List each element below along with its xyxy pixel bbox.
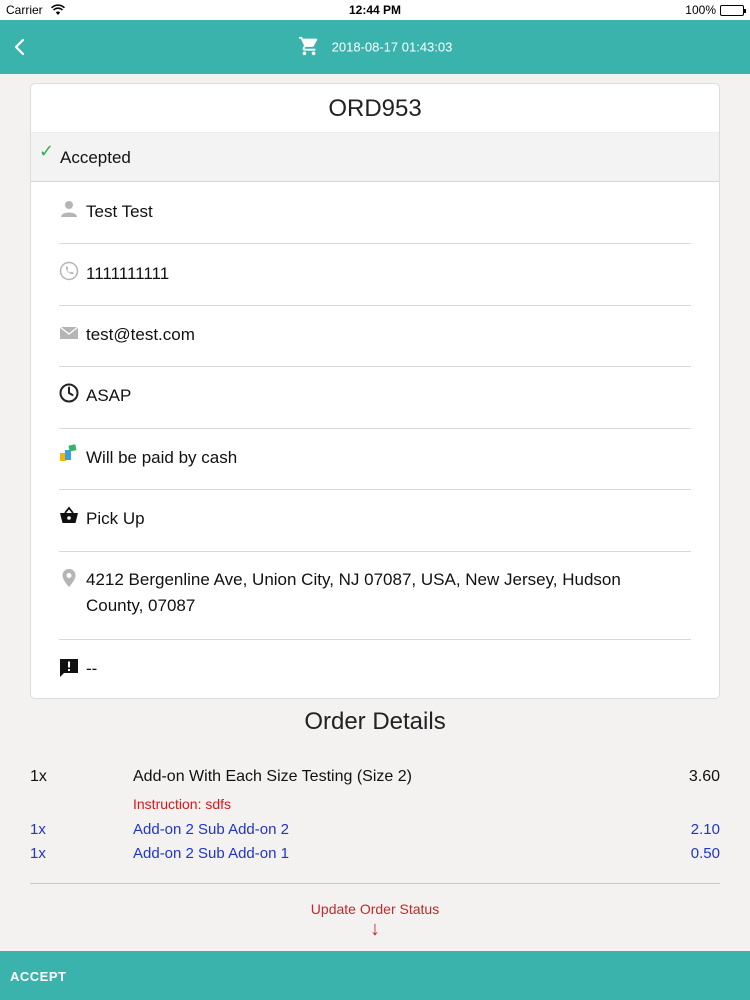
clock-icon: [59, 383, 79, 403]
location-pin-icon: [62, 569, 76, 587]
order-type-row: Pick Up: [59, 490, 691, 552]
accept-button[interactable]: ACCEPT: [0, 951, 750, 1000]
cash-icon: [60, 444, 77, 461]
email-address: test@test.com: [86, 325, 195, 344]
nav-title: 2018-08-17 01:43:03: [0, 36, 750, 57]
arrow-down-icon[interactable]: ↓: [0, 918, 750, 941]
battery-percentage: 100%: [685, 3, 716, 17]
alert-message-icon: [60, 659, 78, 677]
divider: [30, 883, 720, 884]
pickup-time-row: ASAP: [59, 367, 691, 429]
phone-number: 1111111111: [86, 264, 170, 283]
item-instruction: Instruction: sdfs: [133, 796, 232, 812]
item-name: Add-on With Each Size Testing (Size 2): [133, 768, 412, 785]
sub-item-quantity: 1x: [30, 845, 46, 862]
item-price: 3.60: [688, 768, 720, 785]
order-datetime: 2018-08-17 01:43:03: [331, 39, 453, 55]
sub-item-quantity: 1x: [30, 821, 46, 838]
sub-item-price: 2.10: [690, 821, 720, 838]
nav-bar: 2018-08-17 01:43:03: [0, 20, 750, 74]
update-order-status-link[interactable]: Update Order Status: [0, 901, 750, 917]
basket-icon: [60, 506, 78, 523]
customer-name: Test Test: [86, 202, 153, 221]
status-bar: Carrier 12:44 PM 100%: [0, 0, 750, 20]
pickup-time: ASAP: [86, 386, 132, 405]
email-row[interactable]: test@test.com: [59, 306, 691, 367]
accept-button-label: ACCEPT: [10, 969, 67, 984]
order-details-title: Order Details: [304, 708, 446, 735]
order-note: --: [86, 659, 98, 678]
email-icon: [59, 326, 79, 339]
check-icon: ✓: [39, 141, 55, 161]
cart-icon: [298, 36, 317, 56]
customer-name-row: Test Test: [59, 183, 691, 244]
payment-row: Will be paid by cash: [59, 429, 691, 490]
sub-item-name: Add-on 2 Sub Add-on 1: [133, 845, 289, 862]
phone-row[interactable]: 1111111111: [59, 244, 691, 306]
phone-icon: [59, 261, 79, 281]
order-card: ORD953 ✓ Accepted Test Test 1111111111 t…: [30, 83, 720, 699]
clock-time: 12:44 PM: [348, 3, 402, 17]
payment-method: Will be paid by cash: [86, 448, 238, 467]
address: 4212 Bergenline Ave, Union City, NJ 0708…: [86, 570, 621, 615]
person-icon: [61, 201, 77, 217]
battery-icon: [720, 5, 746, 16]
sub-item-price: 0.50: [690, 845, 720, 862]
address-row: 4212 Bergenline Ave, Union City, NJ 0708…: [59, 552, 691, 640]
order-id: ORD953: [328, 95, 422, 122]
order-type: Pick Up: [86, 509, 145, 528]
order-status-label: Accepted: [60, 148, 131, 167]
sub-item-name: Add-on 2 Sub Add-on 2: [133, 821, 289, 838]
note-row: --: [59, 640, 691, 698]
order-status-row: ✓ Accepted: [31, 132, 719, 182]
item-quantity: 1x: [30, 768, 47, 785]
